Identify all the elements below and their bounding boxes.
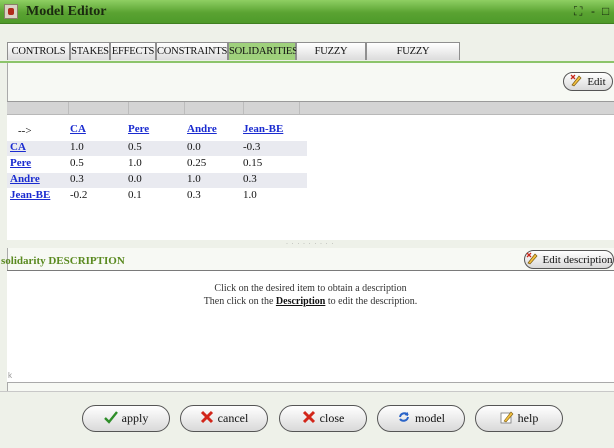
tab-effects[interactable]: EFFECTS [110,42,156,60]
description-link[interactable]: Description [276,296,325,307]
refresh-icon [397,410,411,428]
row-header[interactable]: Jean-BE [10,189,50,201]
matrix-corner: --> [18,125,32,137]
pencil-icon [500,410,514,428]
tab-solidarities[interactable]: SOLIDARITIES [228,42,298,60]
description-panel[interactable]: Click on the desired item to obtain a de… [7,270,614,383]
app-icon [4,4,18,19]
row-band [7,141,307,156]
splitter-grip[interactable]: · · · · · · · · · [286,241,334,247]
apply-label: apply [121,411,149,425]
corner-mark: k [8,371,12,380]
tab-fuzzy-stakes[interactable]: FUZZY STAKES [296,42,366,75]
edit-description-button[interactable]: Edit description [524,250,614,269]
tab-strip: CONTROLS STAKES EFFECTS CONSTRAINTS SOLI… [0,42,614,75]
window-title: Model Editor [26,4,107,19]
tab-controls[interactable]: CONTROLS [7,42,70,60]
description-hint-1: Click on the desired item to obtain a de… [214,283,407,294]
matrix-cell[interactable]: 0.3 [70,173,84,185]
matrix-cell[interactable]: 0.0 [187,141,201,153]
x-icon [302,410,316,428]
model-label: model [415,411,445,425]
row-header[interactable]: Andre [10,173,40,185]
model-button[interactable]: model [377,405,465,432]
matrix-cell[interactable]: 0.3 [187,189,201,201]
check-icon [103,410,118,428]
minimize-icon[interactable]: - [591,4,595,18]
matrix-cell[interactable]: 0.15 [243,157,262,169]
matrix-cell[interactable]: 1.0 [243,189,257,201]
row-header[interactable]: Pere [10,157,31,169]
edit-icon [570,74,583,90]
column-header[interactable]: Andre [187,123,217,135]
matrix-cell[interactable]: 0.3 [243,173,257,185]
matrix-cell[interactable]: 1.0 [187,173,201,185]
tab-fuzzy-solidarities[interactable]: FUZZY SOLIDARITIES [366,42,460,75]
matrix-cell[interactable]: 0.5 [128,141,142,153]
matrix-cell[interactable]: 1.0 [70,141,84,153]
solidarity-matrix: --> CA Pere Andre Jean-BE CA 1.0 0.5 0.0… [7,101,614,241]
matrix-cell[interactable]: 0.0 [128,173,142,185]
matrix-cell[interactable]: -0.3 [243,141,260,153]
edit-icon [526,252,539,268]
hint-text-after: to edit the description. [325,296,418,307]
matrix-cell[interactable]: 0.1 [128,189,142,201]
edit-label: Edit [587,75,606,88]
cancel-button[interactable]: cancel [180,405,268,432]
tab-constraints[interactable]: CONSTRAINTS [156,42,228,60]
edit-description-label: Edit description [542,253,613,266]
description-title: solidarity DESCRIPTION [1,255,125,267]
help-label: help [517,411,539,425]
matrix-cell[interactable]: 1.0 [128,157,142,169]
column-header[interactable]: CA [70,123,86,135]
close-label: close [319,411,345,425]
row-header[interactable]: CA [10,141,26,153]
matrix-cell[interactable]: -0.2 [70,189,87,201]
matrix-header-strip [7,102,614,115]
help-button[interactable]: help [475,405,563,432]
close-button[interactable]: close [279,405,367,432]
tab-stakes[interactable]: STAKES [70,42,110,60]
column-header[interactable]: Jean-BE [243,123,283,135]
x-icon [200,410,214,428]
row-band [7,173,307,188]
title-bar: Model Editor ⛶ - □ [0,0,614,24]
matrix-cell[interactable]: 0.5 [70,157,84,169]
hint-text-before: Then click on the [203,296,276,307]
maximize-icon[interactable]: ⛶ [574,4,582,19]
bottom-button-bar: apply cancel close model help [0,391,614,448]
matrix-cell[interactable]: 0.25 [187,157,206,169]
apply-button[interactable]: apply [82,405,170,432]
edit-button[interactable]: Edit [563,72,613,91]
restore-icon[interactable]: □ [602,4,609,18]
column-header[interactable]: Pere [128,123,149,135]
cancel-label: cancel [217,411,249,425]
description-hint-2: Then click on the Description to edit th… [7,296,614,307]
